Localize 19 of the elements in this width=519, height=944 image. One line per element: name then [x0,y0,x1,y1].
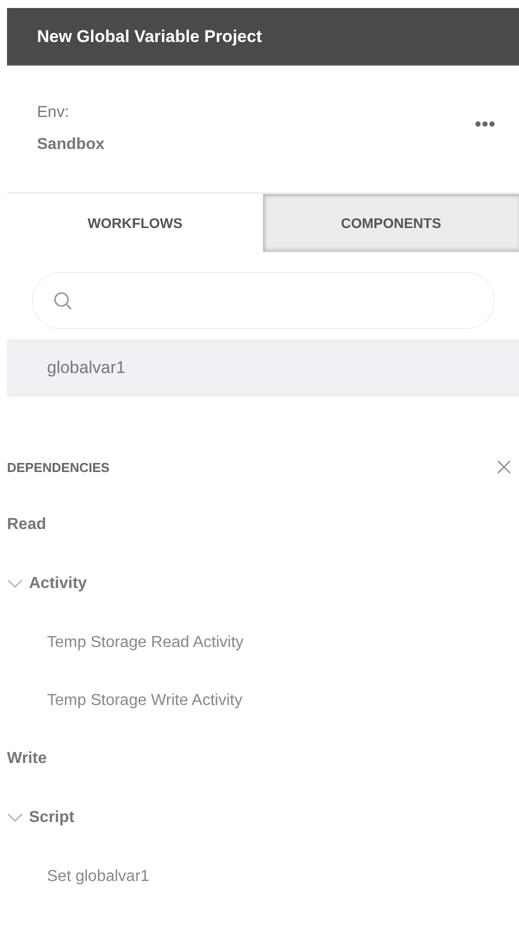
workflow-item[interactable]: globalvar1 [7,339,519,397]
search-icon [53,290,73,310]
dependency-item[interactable]: Temp Storage Read Activity [7,629,519,657]
env-label: Env: [37,104,70,122]
search-field[interactable] [32,272,495,329]
project-title: New Global Variable Project [37,26,262,46]
close-icon[interactable] [497,460,511,474]
chevron-icon[interactable] [7,579,23,589]
group-heading: Write [7,749,48,769]
dependency-item[interactable]: Set globalvar1 [7,863,519,891]
category-heading[interactable]: Activity [29,575,87,593]
env-value: Sandbox [37,136,105,154]
dependencies-title: DEPENDENCIES [7,460,110,474]
tab[interactable]: COMPONENTS [263,194,519,252]
dependency-item[interactable]: Temp Storage Write Activity [7,687,519,715]
chevron-icon[interactable] [7,813,23,823]
category-heading[interactable]: Script [29,809,74,827]
more-icon[interactable] [475,121,495,127]
group-heading: Read [7,515,48,535]
